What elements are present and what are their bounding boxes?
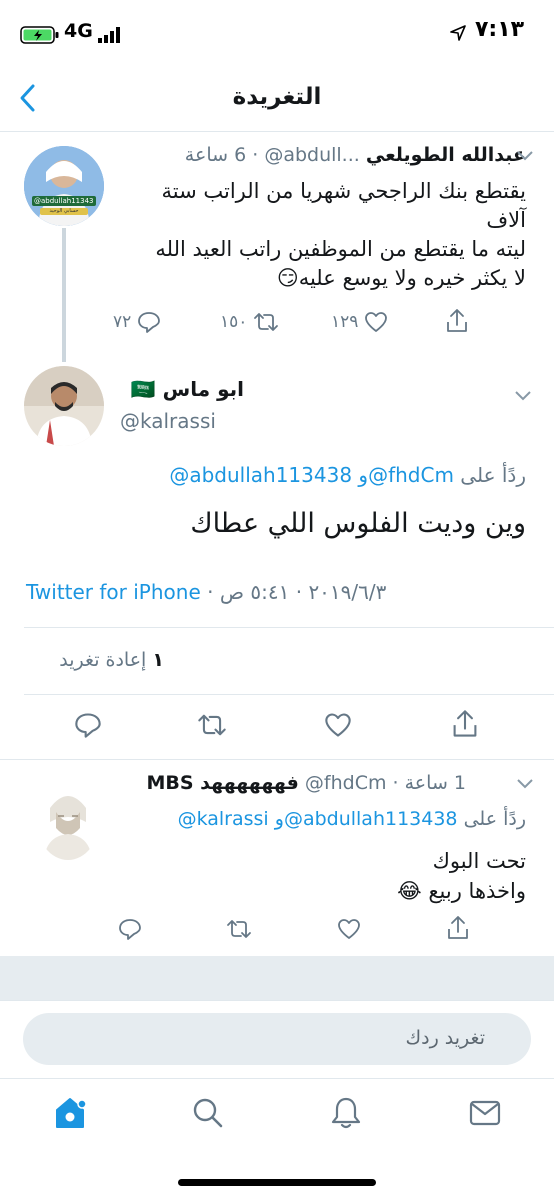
- tweet-text-line: لا يكثر خيره ولا يوسع عليه😏: [276, 266, 526, 290]
- like-icon: [364, 311, 388, 333]
- reply-context: ردًأ على @abdullah113438 و@fhdCm: [86, 463, 526, 487]
- chevron-down-icon[interactable]: [516, 150, 534, 162]
- divider: [24, 627, 554, 628]
- retweet-count-number: ١: [152, 649, 164, 671]
- search-icon: [193, 1098, 223, 1128]
- retweet-count-row[interactable]: ١ إعادة تغريد: [24, 649, 164, 671]
- tweet-text-line: واخذها ربيع 😂: [397, 879, 526, 903]
- main-tweet-text: وين وديت الفلوس اللي عطاك: [190, 508, 526, 539]
- retweet-icon: [253, 311, 279, 333]
- share-icon: [448, 916, 468, 939]
- tweet-text-line: تحت البوك: [432, 849, 526, 873]
- home-icon: [56, 1098, 87, 1128]
- tweet-metadata: Twitter for iPhone · ٢٠١٩/٦/٣ · ٥:٤١ ص: [26, 580, 386, 604]
- retweet-button[interactable]: [226, 918, 252, 940]
- page-title: التغريدة: [232, 84, 322, 110]
- share-icon: [445, 308, 469, 334]
- retweet-button[interactable]: [197, 712, 227, 738]
- author-handle[interactable]: @fhdCm: [305, 772, 387, 794]
- main-tweet-author[interactable]: ابو ماس 🇸🇦: [64, 377, 244, 401]
- tweet-date: ٢٠١٩/٦/٣: [308, 580, 387, 604]
- divider: [24, 694, 554, 695]
- parent-tweet-text: يقتطع بنك الراجحي شهريا من الراتب ستة آل…: [116, 177, 526, 293]
- tab-notifications[interactable]: [331, 1096, 361, 1130]
- country-flag: 🇸🇦: [130, 377, 156, 401]
- share-button[interactable]: [451, 709, 479, 739]
- reply-to-prefix: ردًأ على: [460, 463, 526, 487]
- status-time: ٧:١٣: [475, 17, 525, 42]
- home-indicator: [178, 1179, 376, 1186]
- reply-count: ٧٢: [113, 312, 132, 332]
- reply-button[interactable]: [118, 918, 142, 940]
- top-nav-bar: التغريدة: [0, 64, 554, 132]
- source-link[interactable]: Twitter for iPhone: [26, 580, 201, 604]
- battery-icon: [20, 26, 60, 44]
- like-count: ١٢٩: [331, 312, 359, 332]
- tweet-time: 6 ساعة: [184, 144, 247, 166]
- avatar-sub-label: حسابي الوحيد: [49, 208, 79, 214]
- like-button[interactable]: ١٢٩: [331, 311, 388, 333]
- avatar-handle-label: @abdullah113438: [34, 197, 94, 205]
- retweet-icon: [227, 920, 251, 938]
- tweet-time: 1 ساعة: [404, 772, 466, 794]
- separator-dot: ·: [295, 580, 303, 604]
- reply-to-prefix: ردًأ على: [463, 808, 526, 830]
- tweet-text-line: ليته ما يقتطع من الموظفين راتب العيد الل…: [155, 237, 526, 261]
- reply-context: ردًأ على @kalrassi و@abdullah113438: [116, 808, 526, 830]
- reply-icon: [137, 311, 161, 333]
- thread-connector-line: [62, 228, 66, 362]
- author-name: ابو ماس: [162, 377, 244, 401]
- author-name[interactable]: عبدالله الطويلعي: [366, 144, 526, 166]
- retweet-icon: [198, 714, 226, 736]
- author-name[interactable]: فههههههد MBS: [146, 772, 298, 794]
- timeline-end-spacer: [0, 956, 554, 1000]
- bottom-tab-bar: [0, 1078, 554, 1200]
- signal-icon: [98, 27, 122, 43]
- status-bar: 4G ٧:١٣: [0, 0, 554, 64]
- reply-to-users[interactable]: @abdullah113438 و@fhdCm: [169, 463, 454, 487]
- tweet-text-line: آلاف: [486, 208, 526, 232]
- like-icon: [325, 713, 351, 737]
- reply-icon: [119, 919, 141, 940]
- separator-dot: ·: [252, 144, 259, 166]
- retweet-count: ١٥٠: [220, 312, 248, 332]
- tweet-text-line: يقتطع بنك الراجحي شهريا من الراتب ستة: [161, 179, 527, 203]
- divider: [0, 1000, 554, 1001]
- retweet-button[interactable]: ١٥٠: [220, 311, 279, 333]
- reply-tweet-header: 1 ساعة · @fhdCm فههههههد MBS: [86, 772, 466, 800]
- notifications-icon: [331, 1097, 361, 1129]
- tweet-time: ٥:٤١ ص: [219, 580, 290, 604]
- reply-compose-input[interactable]: تغريد ردك: [23, 1013, 531, 1065]
- like-button[interactable]: [337, 918, 361, 940]
- network-type: 4G: [64, 20, 93, 42]
- reply-button[interactable]: [74, 712, 102, 738]
- reply-icon: [75, 713, 101, 738]
- like-button[interactable]: [324, 712, 352, 738]
- author-handle[interactable]: @abdull...: [264, 144, 359, 166]
- separator-dot: ·: [207, 580, 214, 604]
- tab-home[interactable]: [54, 1095, 88, 1131]
- location-arrow-icon: [450, 25, 466, 41]
- chevron-down-icon[interactable]: [516, 778, 534, 790]
- reply-placeholder: تغريد ردك: [405, 1027, 485, 1049]
- tab-search[interactable]: [192, 1097, 224, 1129]
- reply-to-users[interactable]: @kalrassi و@abdullah113438: [178, 808, 458, 830]
- share-icon: [453, 710, 477, 737]
- parent-tweet-header: عبدالله الطويلعي @abdull... · 6 ساعة: [126, 144, 526, 174]
- separator-dot: ·: [392, 772, 399, 794]
- retweet-count-label: إعادة تغريد: [59, 649, 147, 671]
- share-button[interactable]: [446, 915, 470, 941]
- author-handle[interactable]: @kalrassi: [120, 409, 216, 433]
- share-button[interactable]: [445, 308, 469, 334]
- reply-tweet-text: تحت البوك واخذها ربيع 😂: [116, 846, 526, 906]
- chevron-down-icon[interactable]: [514, 390, 532, 402]
- divider: [0, 759, 554, 760]
- like-icon: [338, 919, 360, 939]
- reply-button[interactable]: ٧٢: [113, 311, 161, 333]
- messages-icon: [469, 1100, 501, 1126]
- tab-messages[interactable]: [469, 1099, 501, 1127]
- parent-tweet-avatar[interactable]: @abdullah113438 حسابي الوحيد: [24, 146, 104, 226]
